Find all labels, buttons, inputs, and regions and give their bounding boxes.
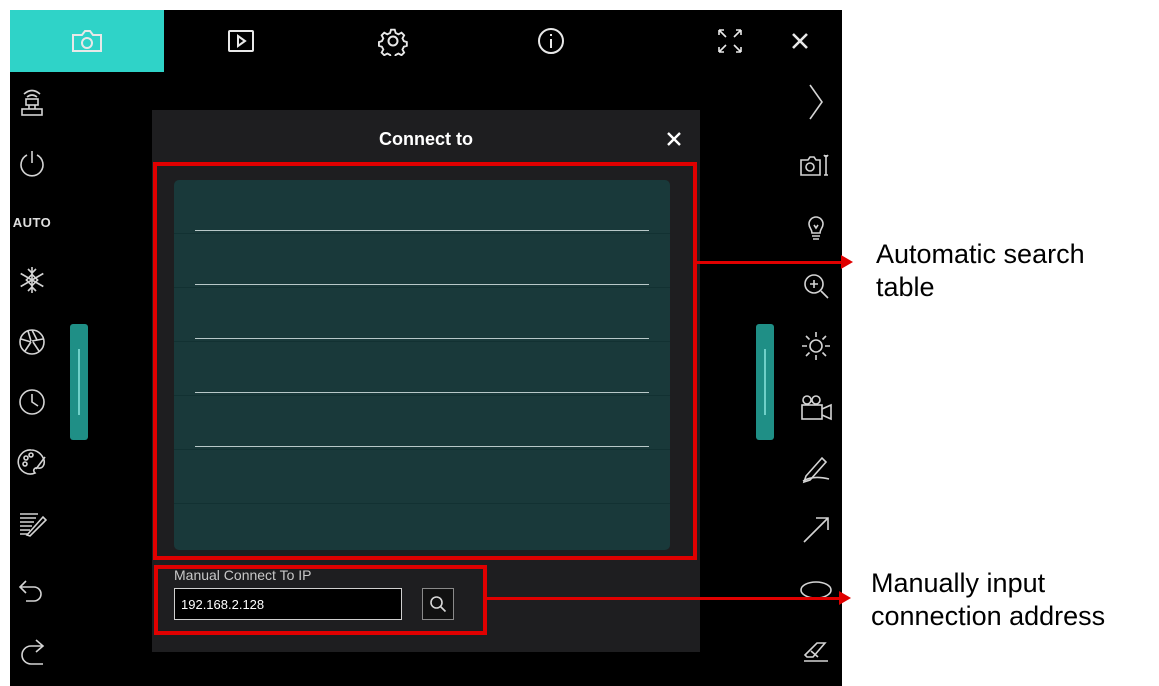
document-camera-icon xyxy=(21,89,43,116)
eraser-button[interactable] xyxy=(796,630,836,670)
redo-button[interactable] xyxy=(12,632,52,672)
close-app-button[interactable] xyxy=(770,10,830,72)
zoom-in-icon xyxy=(804,274,829,299)
video-record-button[interactable] xyxy=(796,388,836,428)
expand-panel-button[interactable] xyxy=(796,82,836,122)
aperture-icon xyxy=(19,329,45,355)
search-table-annotation: Automatic search table xyxy=(876,239,1085,302)
eraser-icon xyxy=(803,642,828,662)
camera-settings-button[interactable] xyxy=(796,146,836,186)
manual-input-arrow-head xyxy=(839,591,851,605)
zoom-in-button[interactable] xyxy=(796,266,836,306)
arrow-icon xyxy=(803,517,829,543)
close-icon xyxy=(667,132,681,146)
camera-icon xyxy=(72,30,102,52)
lamp-icon xyxy=(808,216,824,240)
redo-icon xyxy=(21,639,45,665)
document-camera-button[interactable] xyxy=(12,82,52,122)
tab-info[interactable] xyxy=(516,10,586,72)
eraser-pattern-icon xyxy=(20,513,47,537)
play-icon xyxy=(228,30,254,52)
manual-input-annotation: Manually input connection address xyxy=(871,568,1106,631)
camera-settings-icon xyxy=(800,154,829,176)
manual-input-highlight xyxy=(154,565,487,635)
lamp-button[interactable] xyxy=(796,206,836,246)
pen-button[interactable] xyxy=(796,448,836,488)
freeze-icon xyxy=(20,267,44,293)
freeze-button[interactable] xyxy=(12,260,52,300)
search-table-highlight xyxy=(153,162,697,560)
undo-button[interactable] xyxy=(12,572,52,612)
pen-icon xyxy=(802,456,830,484)
fullscreen-button[interactable] xyxy=(700,10,760,72)
timer-button[interactable] xyxy=(12,382,52,422)
power-button[interactable] xyxy=(12,144,52,184)
chevron-right-icon xyxy=(809,84,823,120)
auto-mode-button[interactable]: AUTO xyxy=(12,202,52,242)
arrow-tool-button[interactable] xyxy=(796,510,836,550)
timer-icon xyxy=(19,389,45,415)
search-table-arrow-head xyxy=(841,255,853,269)
info-icon xyxy=(538,28,564,54)
palette-icon xyxy=(17,449,46,475)
close-icon xyxy=(792,33,808,49)
tab-camera[interactable] xyxy=(10,10,164,72)
dialog-title: Connect to xyxy=(379,128,473,149)
brightness-button[interactable] xyxy=(796,326,836,366)
search-table-arrow-line xyxy=(697,261,843,264)
manual-input-arrow-line xyxy=(487,597,841,600)
video-record-icon xyxy=(801,395,832,421)
gear-icon xyxy=(378,28,408,56)
fullscreen-icon xyxy=(718,29,742,53)
left-panel-handle[interactable] xyxy=(70,324,88,440)
brightness-icon xyxy=(802,332,830,360)
palette-button[interactable] xyxy=(12,442,52,482)
top-toolbar xyxy=(10,10,842,72)
aperture-button[interactable] xyxy=(12,322,52,362)
right-panel-handle[interactable] xyxy=(756,324,774,440)
eraser-pattern-button[interactable] xyxy=(12,504,52,544)
power-icon xyxy=(20,151,44,177)
tab-playback[interactable] xyxy=(206,10,276,72)
auto-mode-label: AUTO xyxy=(12,214,52,230)
tab-settings[interactable] xyxy=(358,10,428,72)
dialog-close-button[interactable] xyxy=(662,127,686,151)
ellipse-tool-button[interactable] xyxy=(796,570,836,610)
undo-icon xyxy=(18,580,42,602)
